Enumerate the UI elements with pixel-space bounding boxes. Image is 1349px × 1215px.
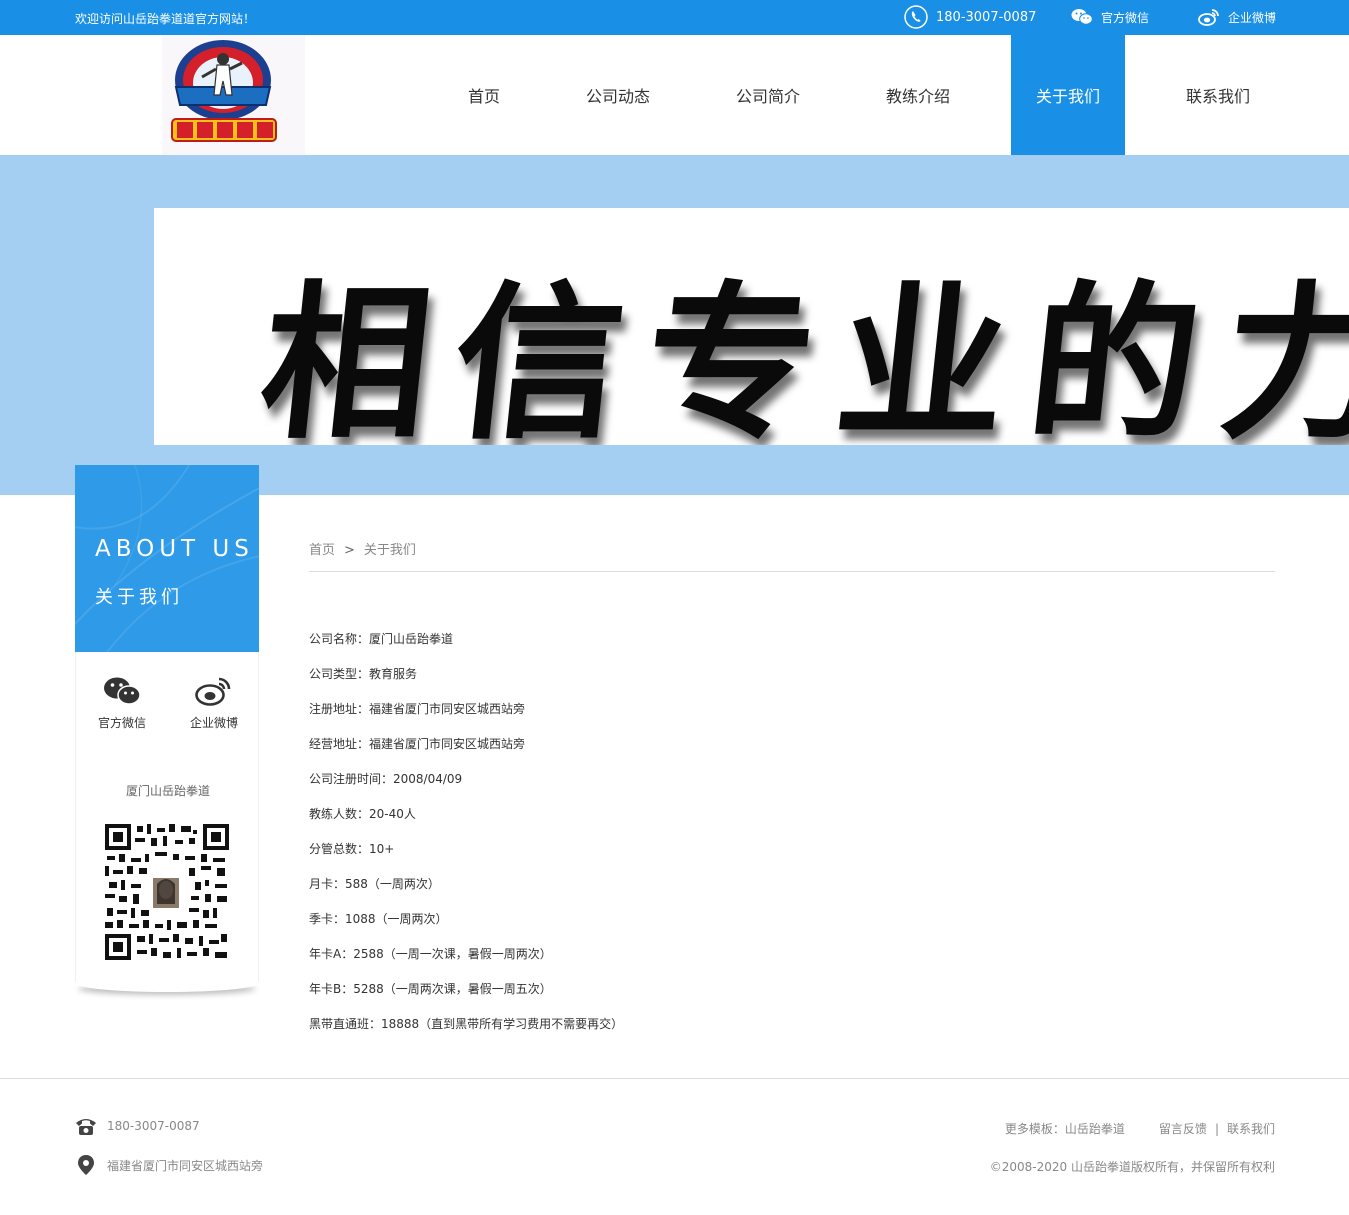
company-info-list: 公司名称：厦门山岳跆拳道 公司类型：教育服务 注册地址：福建省厦门市同安区城西站…: [309, 630, 623, 1050]
nav-contact-us[interactable]: 联系我们: [1152, 35, 1284, 155]
weibo-icon: [195, 677, 231, 706]
info-item: 注册地址：福建省厦门市同安区城西站旁: [309, 702, 526, 716]
sidebar-title-en: ABOUT US: [95, 536, 254, 562]
footer-more-templates-link[interactable]: 更多模板：山岳跆拳道: [1005, 1122, 1125, 1136]
nav-company-news[interactable]: 公司动态: [552, 35, 684, 155]
sidebar-weibo-link[interactable]: 企业微博: [174, 676, 254, 731]
breadcrumb-separator: >: [344, 543, 355, 558]
info-item: 公司名称：厦门山岳跆拳道: [309, 632, 454, 646]
footer-address: 福建省厦门市同安区城西站旁: [75, 1154, 263, 1176]
nav-company-intro-label: 公司简介: [735, 87, 800, 106]
hero-banner: 相信专业的力: [0, 155, 1349, 495]
telephone-icon: [76, 1119, 96, 1135]
top-bar: 欢迎访问山岳跆拳道道官方网站！ 180-3007-0087 官方微信 企业微博: [0, 0, 1349, 35]
welcome-text: 欢迎访问山岳跆拳道道官方网站！: [75, 12, 256, 26]
footer-copyright: ©2008-2020 山岳跆拳道版权所有，并保留所有权利: [989, 1160, 1275, 1174]
topbar-weibo-link[interactable]: 企业微博: [1198, 5, 1276, 29]
info-item: 年卡A：2588（一周一次课，暑假一周两次）: [309, 947, 552, 961]
breadcrumb-divider: [309, 571, 1275, 572]
nav-contact-us-label: 联系我们: [1185, 87, 1250, 106]
banner-slogan: 相信专业的力: [252, 264, 1349, 445]
nav-company-news-label: 公司动态: [585, 87, 650, 106]
wechat-icon: [104, 677, 141, 705]
topbar-wechat-link[interactable]: 官方微信: [1071, 5, 1149, 29]
sidebar-shadow: [75, 974, 259, 992]
sidebar-wechat-label: 官方微信: [97, 716, 146, 730]
logo-emblem-icon: [171, 40, 277, 142]
topbar-phone-number: 180-3007-0087: [936, 9, 1037, 25]
nav-company-intro[interactable]: 公司简介: [702, 35, 834, 155]
breadcrumb-current[interactable]: 关于我们: [364, 543, 416, 558]
topbar-weibo-label: 企业微博: [1228, 10, 1277, 25]
location-icon: [78, 1155, 94, 1175]
footer-divider: [0, 1078, 1349, 1079]
sidebar-wechat-link[interactable]: 官方微信: [82, 676, 162, 731]
info-item: 年卡B：5288（一周两次课，暑假一周五次）: [309, 982, 552, 996]
footer-links: 更多模板：山岳跆拳道 留言反馈 | 联系我们: [1005, 1120, 1275, 1137]
footer-phone-number: 180-3007-0087: [107, 1119, 200, 1133]
info-item: 公司注册时间：2008/04/09: [309, 772, 463, 786]
breadcrumb: 首页 > 关于我们: [309, 539, 416, 558]
info-item: 公司类型：教育服务: [309, 667, 418, 681]
nav-coaches[interactable]: 教练介绍: [852, 35, 984, 155]
footer-phone: 180-3007-0087: [75, 1116, 200, 1136]
sidebar-header: ABOUT US 关于我们: [75, 465, 259, 652]
nav-home[interactable]: 首页: [418, 35, 550, 155]
nav-about-us[interactable]: 关于我们: [1011, 35, 1125, 155]
qr-code: [105, 824, 229, 960]
nav-about-us-label: 关于我们: [1035, 87, 1100, 106]
footer-feedback-link[interactable]: 留言反馈: [1159, 1122, 1207, 1136]
sidebar-body: 官方微信 企业微博 厦门山岳跆拳道: [75, 652, 259, 982]
sidebar-company-name: 厦门山岳跆拳道: [125, 784, 210, 798]
info-item: 月卡：588（一周两次）: [309, 877, 440, 891]
nav-home-label: 首页: [467, 87, 500, 106]
footer-contact-link[interactable]: 联系我们: [1227, 1122, 1275, 1136]
info-item: 经营地址：福建省厦门市同安区城西站旁: [309, 737, 526, 751]
weibo-icon: [1198, 8, 1220, 26]
topbar-wechat-label: 官方微信: [1101, 10, 1150, 25]
info-item: 黑带直通班：18888（直到黑带所有学习费用不需要再交）: [309, 1017, 624, 1031]
site-logo[interactable]: [162, 35, 305, 155]
breadcrumb-home[interactable]: 首页: [309, 543, 335, 558]
footer-link-divider: |: [1214, 1122, 1219, 1136]
topbar-phone-link[interactable]: 180-3007-0087: [904, 5, 1036, 29]
info-item: 分管总数：10+: [309, 842, 395, 856]
site-header: 首页 公司动态 公司简介 教练介绍 关于我们 联系我们: [0, 35, 1349, 155]
banner-card: 相信专业的力: [154, 208, 1349, 445]
info-item: 季卡：1088（一周两次）: [309, 912, 448, 926]
info-item: 教练人数：20-40人: [309, 807, 416, 821]
nav-coaches-label: 教练介绍: [885, 87, 950, 106]
sidebar-weibo-label: 企业微博: [189, 716, 238, 730]
wechat-icon: [1071, 8, 1093, 26]
sidebar-title-cn: 关于我们: [95, 587, 183, 608]
footer-address-text: 福建省厦门市同安区城西站旁: [107, 1158, 264, 1173]
phone-icon: [904, 5, 928, 29]
